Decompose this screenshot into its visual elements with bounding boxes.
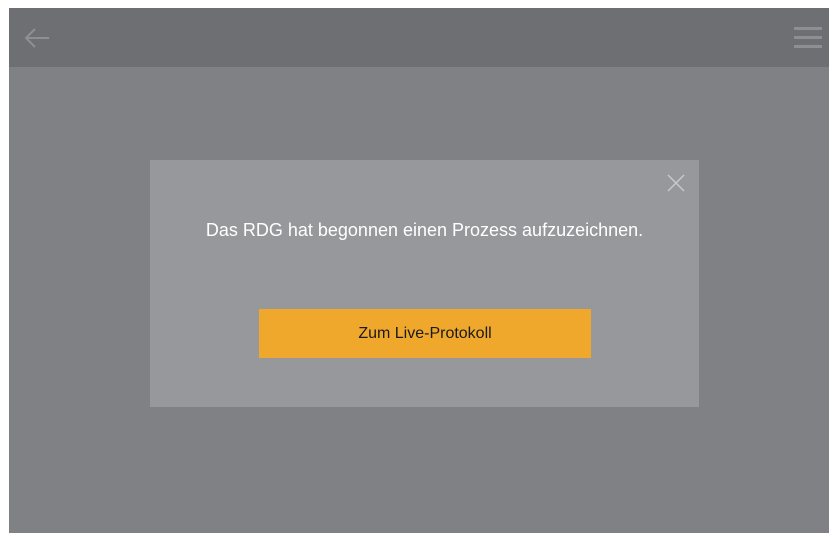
dialog-message: Das RDG hat begonnen einen Prozess aufzu… [205,220,644,240]
menu-button[interactable] [793,24,823,52]
live-protocol-button[interactable]: Zum Live-Protokoll [259,309,591,358]
top-bar [9,8,829,67]
close-icon [667,174,685,192]
back-button[interactable] [21,22,53,54]
hamburger-menu-icon [794,27,822,48]
close-button[interactable] [665,172,687,194]
recording-started-dialog: Das RDG hat begonnen einen Prozess aufzu… [150,160,699,407]
app-screen: Das RDG hat begonnen einen Prozess aufzu… [9,8,829,533]
arrow-left-icon [24,28,49,48]
